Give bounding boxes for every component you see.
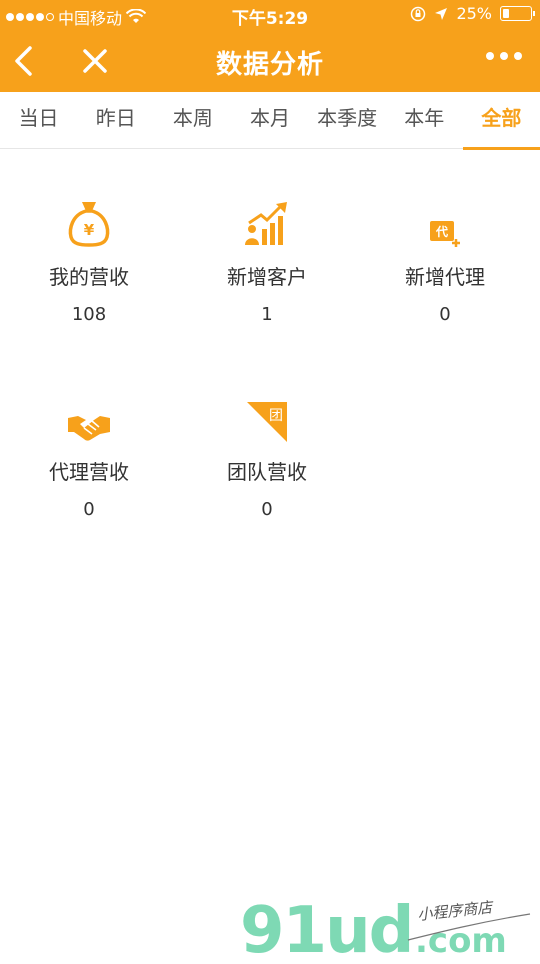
svg-text:¥: ¥	[84, 221, 95, 239]
stat-value: 0	[83, 499, 95, 520]
tab-this-quarter[interactable]: 本季度	[309, 92, 386, 148]
status-right: 25%	[410, 4, 535, 23]
tab-today[interactable]: 当日	[0, 92, 77, 148]
stat-value: 0	[261, 499, 273, 520]
stat-value: 0	[439, 304, 451, 325]
stat-label: 代理营收	[49, 460, 129, 484]
stat-label: 团队营收	[227, 460, 307, 484]
growth-chart-icon	[178, 195, 356, 247]
stat-new-agents[interactable]: 代 新增代理 0	[356, 195, 534, 325]
battery-icon	[500, 6, 535, 21]
page-title: 数据分析	[215, 50, 324, 80]
nav-bar: 数据分析	[0, 30, 540, 92]
battery-percent: 25%	[456, 4, 492, 23]
tab-this-year[interactable]: 本年	[386, 92, 463, 148]
status-bar: 中国移动 下午5:29 25%	[0, 0, 540, 30]
tab-this-month[interactable]: 本月	[231, 92, 308, 148]
money-bag-icon: ¥	[0, 195, 178, 247]
add-agent-icon: 代	[356, 195, 534, 247]
stat-my-revenue[interactable]: ¥ 我的营收 108	[0, 195, 178, 325]
team-flag-icon: 团	[178, 390, 356, 442]
svg-text:代: 代	[435, 224, 448, 239]
svg-text:91ud: 91ud	[240, 894, 412, 960]
stat-agent-revenue[interactable]: 代理营收 0	[0, 390, 178, 520]
stat-label: 新增客户	[227, 265, 307, 289]
stat-new-customers[interactable]: 新增客户 1	[178, 195, 356, 325]
tab-yesterday[interactable]: 昨日	[77, 92, 154, 148]
period-tabs: 当日 昨日 本周 本月 本季度 本年 全部	[0, 92, 540, 150]
watermark-logo: 91ud .com 小程序商店	[240, 890, 540, 964]
tab-this-week[interactable]: 本周	[154, 92, 231, 148]
stat-value: 108	[71, 304, 107, 325]
stat-label: 新增代理	[405, 265, 485, 289]
stat-team-revenue[interactable]: 团 团队营收 0	[178, 390, 356, 520]
rotation-lock-icon	[411, 6, 426, 21]
more-options-icon[interactable]	[486, 52, 522, 60]
tab-all[interactable]: 全部	[462, 92, 540, 150]
stat-value: 1	[261, 304, 273, 325]
stat-label: 我的营收	[49, 265, 129, 289]
svg-text:团: 团	[269, 408, 283, 424]
handshake-icon	[0, 390, 178, 442]
location-arrow-icon	[435, 7, 448, 20]
